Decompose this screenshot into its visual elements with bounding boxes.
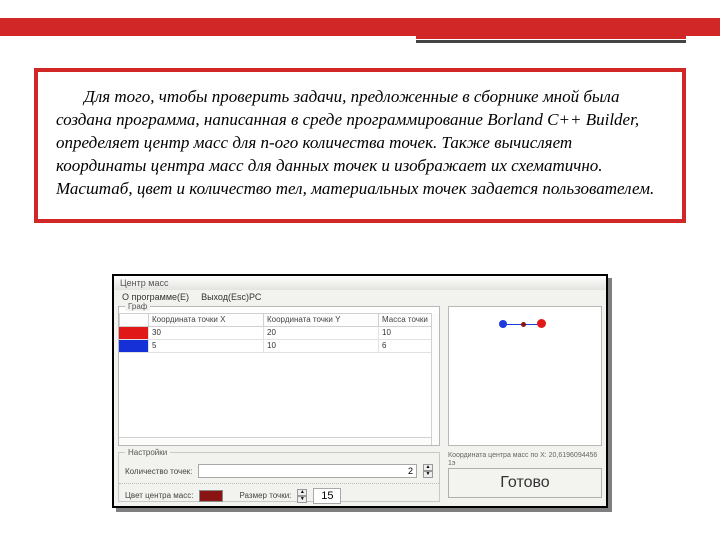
menu-exit[interactable]: Выход(Esc)РС [201,292,261,302]
description-box: Для того, чтобы проверить задачи, предло… [34,68,686,223]
count-label: Количество точек: [125,467,192,476]
col-x: Координата точки X [149,313,264,327]
size-label: Размер точки: [239,491,291,500]
count-input[interactable]: 2 [198,464,417,478]
settings-panel-label: Настройки [125,448,170,457]
cm-color-swatch[interactable] [199,490,223,502]
cell-y[interactable]: 10 [264,340,379,353]
col-y: Координата точки Y [264,313,379,327]
color-swatch-red[interactable] [119,327,149,340]
cell-mass[interactable]: 6 [379,340,439,353]
cm-color-label: Цвет центра масс: [125,491,193,500]
table-row[interactable]: 30 20 10 [119,327,439,340]
cell-mass[interactable]: 10 [379,327,439,340]
cell-x[interactable]: 30 [149,327,264,340]
point-blue [499,320,507,328]
col-color [119,313,149,327]
col-mass: Масса точки [379,313,439,327]
grid-header: Координата точки X Координата точки Y Ма… [119,313,439,327]
ready-button[interactable]: Готово [448,468,602,498]
size-input[interactable]: 15 [313,488,341,504]
cell-y[interactable]: 20 [264,327,379,340]
data-grid-panel: Граф Координата точки X Координата точки… [118,306,440,446]
count-spinner[interactable]: ▲▼ [423,464,433,478]
settings-panel: Настройки Количество точек: 2 ▲▼ Цвет це… [118,452,440,502]
window-title: Центр масс [120,278,168,288]
ready-button-label: Готово [500,474,549,492]
cell-x[interactable]: 5 [149,340,264,353]
slide-accent-red [416,36,686,39]
menu-about[interactable]: О программе(E) [122,292,189,302]
slide-header-band [0,18,720,36]
color-swatch-blue[interactable] [119,340,149,353]
description-text: Для того, чтобы проверить задачи, предло… [56,86,664,201]
slide-accent-gray [416,40,686,43]
result-x: Координата центра масс по X: 20,61960944… [448,452,602,469]
table-row[interactable]: 5 10 6 [119,340,439,353]
center-of-mass-dot [521,322,526,327]
size-spinner[interactable]: ▲▼ [297,489,307,503]
vscrollbar[interactable] [431,313,439,445]
app-window: Центр масс О программе(E) Выход(Esc)РС Г… [112,274,608,508]
menubar: О программе(E) Выход(Esc)РС [114,290,606,304]
plot-canvas [448,306,602,446]
titlebar: Центр масс [114,276,606,290]
point-red [537,319,546,328]
hscrollbar[interactable] [119,437,439,445]
grid-panel-label: Граф [125,302,150,311]
